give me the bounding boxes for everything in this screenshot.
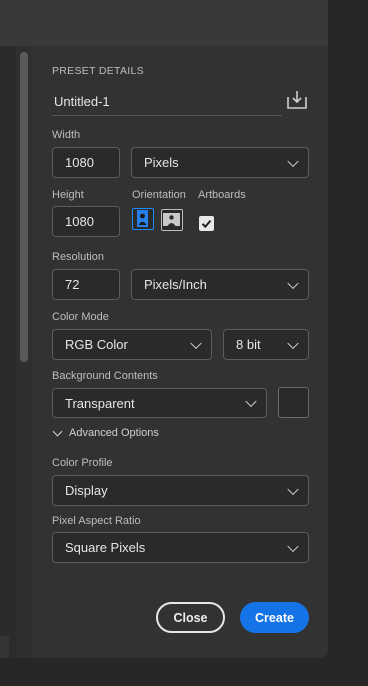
background-contents-value: Transparent [65, 395, 135, 411]
resolution-label: Resolution [52, 251, 104, 263]
color-profile-select[interactable]: Display [52, 475, 309, 506]
bit-depth-value: 8 bit [236, 337, 261, 352]
new-document-dialog: PRESET DETAILS Untitled-1 Width 1080 Pix… [0, 0, 328, 658]
chevron-down-icon [287, 540, 299, 552]
chevron-down-icon [287, 483, 299, 495]
checkmark-icon [201, 219, 212, 229]
height-value: 1080 [65, 214, 94, 229]
document-name-value: Untitled-1 [54, 94, 110, 109]
color-profile-value: Display [65, 483, 108, 498]
color-mode-select[interactable]: RGB Color [52, 329, 212, 360]
pixel-aspect-ratio-select[interactable]: Square Pixels [52, 532, 309, 563]
background-contents-select[interactable]: Transparent [52, 388, 267, 418]
resolution-unit-value: Pixels/Inch [144, 277, 207, 292]
chevron-down-icon [287, 155, 299, 167]
scrollbar-thumb[interactable] [20, 52, 28, 362]
landscape-icon [163, 213, 180, 226]
width-value: 1080 [65, 155, 94, 170]
artboards-checkbox[interactable] [199, 216, 214, 231]
landscape-orientation-button[interactable] [161, 209, 183, 231]
pixel-aspect-ratio-value: Square Pixels [65, 540, 146, 555]
save-preset-icon[interactable] [287, 90, 307, 110]
chevron-down-icon [287, 277, 299, 289]
chevron-down-icon [287, 337, 299, 349]
portrait-icon [137, 210, 148, 227]
portrait-orientation-button[interactable] [132, 208, 154, 230]
artboards-label: Artboards [198, 189, 246, 201]
width-label: Width [52, 129, 81, 141]
advanced-options-toggle[interactable]: Advanced Options [52, 426, 159, 439]
pixel-aspect-ratio-label: Pixel Aspect Ratio [52, 515, 141, 527]
presets-pane [0, 46, 16, 658]
bit-depth-select[interactable]: 8 bit [223, 329, 309, 360]
width-unit-value: Pixels [144, 155, 179, 170]
background-color-swatch[interactable] [278, 387, 309, 418]
chevron-down-icon [52, 426, 63, 437]
color-mode-label: Color Mode [52, 311, 109, 323]
background-contents-label: Background Contents [52, 370, 158, 382]
width-input[interactable]: 1080 [52, 147, 120, 178]
preset-thumbnail[interactable] [0, 636, 9, 658]
height-label: Height [52, 189, 84, 201]
create-button[interactable]: Create [240, 602, 309, 633]
color-profile-label: Color Profile [52, 457, 113, 469]
chevron-down-icon [245, 395, 257, 408]
chevron-down-icon [190, 337, 202, 349]
close-button[interactable]: Close [156, 602, 225, 633]
resolution-unit-select[interactable]: Pixels/Inch [131, 269, 309, 300]
preset-details-title: PRESET DETAILS [52, 65, 144, 77]
resolution-value: 72 [65, 277, 80, 292]
color-mode-value: RGB Color [65, 337, 128, 352]
dialog-header-bar [0, 0, 328, 46]
advanced-options-label: Advanced Options [69, 427, 159, 439]
resolution-input[interactable]: 72 [52, 269, 120, 300]
width-unit-select[interactable]: Pixels [131, 147, 309, 178]
document-name-field[interactable]: Untitled-1 [52, 88, 282, 116]
orientation-label: Orientation [132, 189, 186, 201]
height-input[interactable]: 1080 [52, 206, 120, 237]
